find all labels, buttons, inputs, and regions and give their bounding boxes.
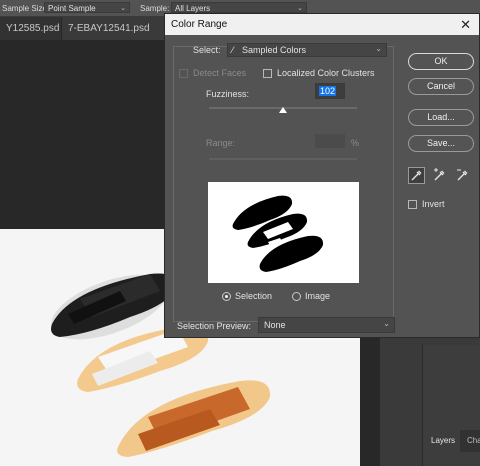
tab-label: Y12585.psd [6,23,60,34]
sample-size-select[interactable]: Point Sample ⌄ [44,2,130,13]
selection-radio[interactable] [222,292,231,301]
sample-select[interactable]: All Layers ⌄ [171,2,307,13]
eyedropper-icon [411,170,422,181]
color-range-dialog: Color Range ✕ Select: ⁄ Sampled Colors ⌄… [164,13,480,338]
detect-faces-label: Detect Faces [193,68,247,78]
chevron-down-icon: ⌄ [383,319,390,328]
range-label: Range: [206,138,236,148]
selection-preview-label: Selection Preview: [177,321,252,331]
sample-size-label: Sample Size: [2,4,50,13]
fuzziness-input[interactable]: 102 [315,83,345,99]
dialog-body: Select: ⁄ Sampled Colors ⌄ Detect Faces … [165,35,479,337]
eyedropper-plus-tool[interactable] [431,167,448,184]
select-dropdown[interactable]: ⁄ Sampled Colors ⌄ [227,43,387,57]
image-radio[interactable] [292,292,301,301]
invert-label: Invert [422,199,445,209]
eyedropper-minus-icon [457,169,468,181]
invert-checkbox[interactable] [408,200,417,209]
document-tab[interactable]: 7-EBAY12541.psd × [62,17,164,57]
dialog-titlebar: Color Range ✕ [165,14,479,35]
preview-mask [208,182,359,283]
panel-tabs: Layers Cha [426,430,480,452]
close-icon[interactable]: ✕ [460,14,471,35]
fuzziness-value: 102 [319,86,337,96]
eyedropper-plus-icon [434,168,445,181]
sample-value: All Layers [175,4,211,13]
chevron-down-icon: ⌄ [375,44,382,53]
eyedropper-icon: ⁄ [232,45,234,55]
selection-preview-dropdown[interactable]: None ⌄ [258,317,395,333]
tab-channels[interactable]: Cha [462,430,480,452]
sample-size-value: Point Sample [48,4,96,13]
range-input [315,134,345,148]
save-button[interactable]: Save... [408,135,474,152]
dialog-title: Color Range [171,19,228,30]
select-label: Select: [193,45,221,55]
selection-preview-value: None [264,320,286,330]
chevron-down-icon: ⌄ [120,5,126,12]
fuzziness-label: Fuzziness: [206,89,250,99]
localized-clusters-checkbox[interactable] [263,69,272,78]
tab-label: 7-EBAY12541.psd [68,23,150,34]
sample-label: Sample: [140,4,170,13]
localized-clusters-label: Localized Color Clusters [277,68,375,78]
image-radio-label: Image [305,291,331,301]
tab-layers[interactable]: Layers [426,430,461,452]
fuzziness-slider-handle[interactable] [279,107,287,113]
ok-button[interactable]: OK [408,53,474,70]
document-tab[interactable]: Y12585.psd [0,17,62,40]
selection-radio-label: Selection [235,291,273,301]
selection-preview-image [208,182,359,283]
detect-faces-checkbox[interactable] [179,69,188,78]
eyedropper-tool[interactable] [408,167,425,184]
eyedropper-minus-tool[interactable] [454,167,471,184]
load-button[interactable]: Load... [408,109,474,126]
range-slider-track [209,158,357,160]
cancel-button[interactable]: Cancel [408,78,474,95]
range-unit: % [351,138,360,148]
select-value: Sampled Colors [242,45,307,55]
